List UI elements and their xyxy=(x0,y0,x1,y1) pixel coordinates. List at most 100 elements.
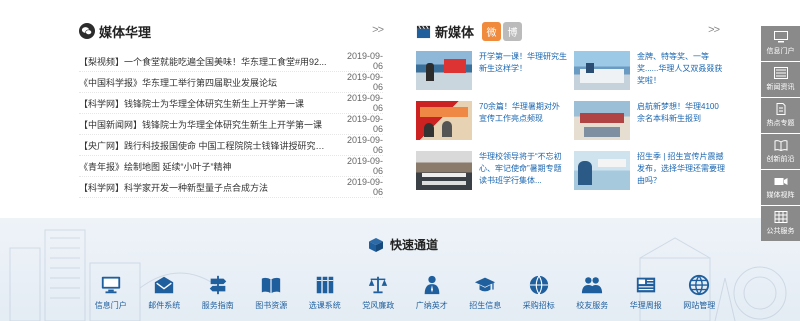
sidebar-item-innovation[interactable]: 创新前沿 xyxy=(761,134,800,169)
cube-icon xyxy=(369,237,383,252)
news-title: 【科学网】钱锋院士为华理全体研究生新生上开学第一课 xyxy=(79,98,305,109)
sidebar-item-topics[interactable]: 热点专题 xyxy=(761,98,800,133)
quick-access-header: 快速通道 xyxy=(368,236,438,253)
quick-link-label: 服务指南 xyxy=(201,301,234,310)
quick-access-title: 快速通道 xyxy=(390,238,439,252)
news-item[interactable]: 【科学网】科学家开发一种新型量子点合成方法 2019-09-06 xyxy=(79,177,383,198)
sidebar-item-media[interactable]: 媒体视阵 xyxy=(761,170,800,205)
quick-link-label: 党风廉政 xyxy=(362,301,395,310)
clapperboard-icon xyxy=(416,25,431,38)
wechat-circle-icon xyxy=(79,23,95,39)
people-icon xyxy=(582,277,603,294)
newmedia-card[interactable]: 开学第一课！华理研究生新生这样学！ xyxy=(416,51,567,90)
quick-link-library[interactable]: 图书资源 xyxy=(245,274,299,311)
sidebar-item-portal[interactable]: 信息门户 xyxy=(761,26,800,61)
sidebar-item-label: 新闻资讯 xyxy=(766,84,795,91)
quick-link-label: 广纳英才 xyxy=(415,301,448,310)
media-title: 媒体华理 xyxy=(99,24,152,40)
wechat-icon[interactable]: 微 xyxy=(482,21,502,41)
books-icon xyxy=(316,276,333,294)
news-item[interactable]: 【央广网】践行科技报国使命 中国工程院院士钱锋讲授研究生... 2019-09-0… xyxy=(79,135,383,156)
news-icon xyxy=(773,67,788,79)
newmedia-more-link[interactable]: >> xyxy=(708,24,720,36)
quick-link-label: 华理周报 xyxy=(629,301,662,310)
quick-link-webadmin[interactable]: 网站管理 xyxy=(673,274,727,311)
weibo-icon[interactable]: 博 xyxy=(503,21,523,41)
quick-link-course[interactable]: 选课系统 xyxy=(298,274,352,311)
newspaper-icon xyxy=(636,277,655,293)
newmedia-header: 新媒体 微 博 >> xyxy=(416,18,720,44)
graduation-cap-icon xyxy=(475,277,496,292)
card-title: 金牌、特等奖、一等奖......华理人又双叒叕获奖啦！ xyxy=(637,52,723,85)
document-icon xyxy=(776,103,785,115)
card-thumbnail xyxy=(574,101,630,140)
quick-link-weekly[interactable]: 华理周报 xyxy=(619,274,673,311)
video-icon xyxy=(774,178,787,185)
quick-link-mail[interactable]: 邮件系统 xyxy=(138,274,192,311)
newmedia-card[interactable]: 金牌、特等奖、一等奖......华理人又双叒叕获奖啦！ xyxy=(574,51,725,90)
newmedia-card[interactable]: 70余篇！华理暑期对外宣传工作亮点频现 xyxy=(416,101,567,140)
book-icon xyxy=(262,277,281,294)
sidebar-item-label: 创新前沿 xyxy=(766,156,795,163)
news-item[interactable]: 【科学网】钱锋院士为华理全体研究生新生上开学第一课 2019-09-06 xyxy=(79,93,383,114)
news-title: 《青年报》绘制地图 延续“小叶子”精神 xyxy=(79,161,232,172)
quick-link-integrity[interactable]: 党风廉政 xyxy=(352,274,406,311)
quick-link-label: 招生信息 xyxy=(469,301,502,310)
quick-link-label: 邮件系统 xyxy=(148,301,181,310)
newmedia-card[interactable]: 招生季 | 招生宣传片震撼发布，选择华理还需要理由吗？ xyxy=(574,151,725,190)
news-title: 【央广网】践行科技报国使命 中国工程院院士钱锋讲授研究生... xyxy=(79,140,333,151)
sidebar-item-label: 信息门户 xyxy=(766,48,795,55)
quick-link-label: 图书资源 xyxy=(255,301,288,310)
card-title: 70余篇！华理暑期对外宣传工作亮点频现 xyxy=(479,102,560,123)
mail-icon xyxy=(155,276,174,294)
right-sidebar: 信息门户 新闻资讯 热点专题 创新前沿 媒体视阵 公共服务 xyxy=(761,26,800,242)
media-header: 媒体华理 >> xyxy=(79,18,384,44)
card-thumbnail xyxy=(416,151,472,190)
news-title: 【梨视频】一个食堂就能吃遍全国美味！华东理工食堂#用92... xyxy=(79,56,327,67)
newmedia-title: 新媒体 xyxy=(435,24,475,40)
news-title: 《中国科学报》华东理工举行第四届职业发展论坛 xyxy=(79,77,278,88)
person-icon xyxy=(424,275,440,295)
quick-link-label: 校友服务 xyxy=(576,301,609,310)
news-title: 【科学网】科学家开发一种新型量子点合成方法 xyxy=(79,182,269,193)
quick-link-talent[interactable]: 广纳英才 xyxy=(405,274,459,311)
news-item[interactable]: 《中国科学报》华东理工举行第四届职业发展论坛 2019-09-06 xyxy=(79,72,383,93)
news-item[interactable]: 【中国新闻网】钱锋院士为华理全体研究生新生上开学第一课 2019-09-06 xyxy=(79,114,383,135)
news-item[interactable]: 《青年报》绘制地图 延续“小叶子”精神 2019-09-06 xyxy=(79,156,383,177)
newmedia-card[interactable]: 华理校领导将于“不忘初心、牢记使命”暑期专题读书班学行集体... xyxy=(416,151,567,190)
signpost-icon xyxy=(209,275,226,295)
newmedia-section: 新媒体 微 博 >> 开学第一课！华理研究生新生这样学！ 金牌、特等奖、一等奖.… xyxy=(416,18,725,190)
card-title: 启航新梦想！华理4100余名本科新生报到 xyxy=(637,102,719,123)
news-date: 2019-09-06 xyxy=(346,93,383,113)
scales-icon xyxy=(369,276,388,294)
web-icon xyxy=(689,274,710,296)
quick-link-portal[interactable]: 信息门户 xyxy=(84,274,138,311)
quick-link-admission[interactable]: 招生信息 xyxy=(459,274,513,311)
quick-link-label: 信息门户 xyxy=(94,301,127,310)
media-more-link[interactable]: >> xyxy=(372,24,384,36)
quick-link-procurement[interactable]: 采购招标 xyxy=(512,274,566,311)
sidebar-item-service[interactable]: 公共服务 xyxy=(761,206,800,241)
sidebar-item-label: 媒体视阵 xyxy=(766,192,795,199)
quick-link-guide[interactable]: 服务指南 xyxy=(191,274,245,311)
social-icons: 微 博 xyxy=(482,21,523,41)
news-date: 2019-09-06 xyxy=(346,72,383,92)
quick-links: 信息门户 邮件系统 服务指南 图书资源 选课系统 党风廉政 广纳英才 招生信息 xyxy=(84,274,726,311)
card-thumbnail xyxy=(416,101,472,140)
quick-link-label: 选课系统 xyxy=(308,301,341,310)
card-title: 华理校领导将于“不忘初心、牢记使命”暑期专题读书班学行集体... xyxy=(479,152,562,185)
sidebar-item-label: 热点专题 xyxy=(766,120,795,127)
media-news-list: 【梨视频】一个食堂就能吃遍全国美味！华东理工食堂#用92... 2019-09-0… xyxy=(79,51,383,198)
quick-link-alumni[interactable]: 校友服务 xyxy=(566,274,620,311)
newmedia-card[interactable]: 启航新梦想！华理4100余名本科新生报到 xyxy=(574,101,725,140)
sidebar-item-news[interactable]: 新闻资讯 xyxy=(761,62,800,97)
card-thumbnail xyxy=(416,51,472,90)
quick-access-section: 快速通道 信息门户 邮件系统 服务指南 图书资源 选课系统 党风廉政 广纳英才 … xyxy=(0,218,800,321)
news-item[interactable]: 【梨视频】一个食堂就能吃遍全国美味！华东理工食堂#用92... 2019-09-0… xyxy=(79,51,383,72)
news-date: 2019-09-06 xyxy=(346,135,383,155)
globe-icon xyxy=(529,275,548,296)
book-icon xyxy=(774,140,787,151)
news-date: 2019-09-06 xyxy=(346,114,383,134)
card-title: 招生季 | 招生宣传片震撼发布，选择华理还需要理由吗？ xyxy=(637,152,725,185)
card-thumbnail xyxy=(574,151,630,190)
